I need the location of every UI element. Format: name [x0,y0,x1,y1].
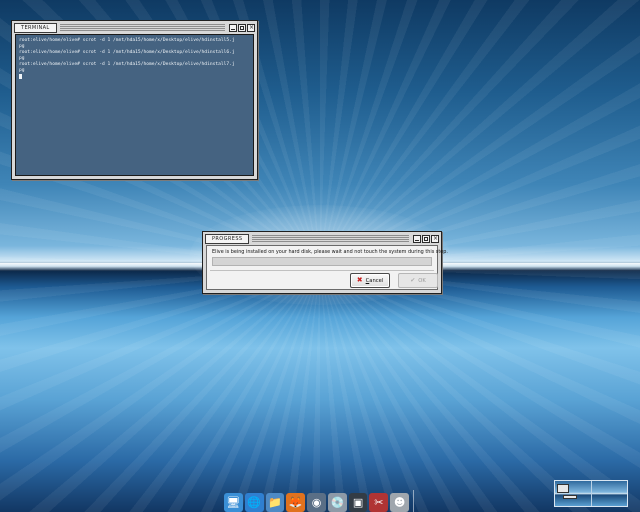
file-manager-icon[interactable]: 📁 [265,493,285,512]
terminal-window[interactable]: Terminal × root:elive/home/elive# scrot … [11,20,258,180]
cd-burner-icon[interactable]: 💿 [327,493,347,512]
pager-desk-2[interactable] [591,481,627,506]
terminal-line: root:elive/home/elive# scrot -d 1 /mnt/h… [19,50,235,55]
close-icon: × [433,235,439,242]
progress-titlebar-grip[interactable] [252,235,409,243]
terminal-cursor [19,74,22,79]
network-globe-icon[interactable]: 🌐 [244,493,264,512]
progress-message: Elive is being installed on your hard di… [212,249,448,255]
firefox-icon[interactable]: 🦊 [286,493,306,512]
ok-label: OK [418,277,426,284]
dock: 🖥 🌐 📁 🦊 ◉ 💿 ▣ ✂ ☻ [224,486,416,512]
cancel-label: Cancel [365,277,384,284]
terminal-titlebar-grip[interactable] [59,24,225,32]
terminal-close-button[interactable]: × [247,24,255,32]
user-avatar-icon[interactable]: ☻ [390,493,410,512]
progress-maximize-button[interactable] [422,235,430,243]
pager-mini-window [557,484,569,493]
maximize-icon [240,26,244,30]
pager-mini-window [563,495,577,499]
dock-separator [413,490,415,512]
terminal-minimize-button[interactable] [229,24,237,32]
maximize-icon [424,237,428,241]
progress-titlebar[interactable]: Progress × [205,234,439,244]
pager-desk-1[interactable] [555,481,592,506]
computer-icon[interactable]: 🖥 [224,493,243,512]
terminal-output[interactable]: root:elive/home/elive# scrot -d 1 /mnt/h… [15,34,254,176]
cancel-button[interactable]: ✖ Cancel [350,273,390,288]
media-player-icon[interactable]: ◉ [307,493,326,512]
minimize-icon [231,28,235,30]
desktop-pager[interactable] [554,480,628,507]
progress-close-button[interactable]: × [431,235,439,243]
terminal-titlebar[interactable]: Terminal × [14,23,255,33]
minimize-icon [415,239,419,241]
close-icon: × [249,24,255,31]
progress-bar [212,257,432,266]
progress-minimize-button[interactable] [413,235,421,243]
terminal-maximize-button[interactable] [238,24,246,32]
terminal-title: Terminal [14,23,57,33]
terminal-line: root:elive/home/elive# scrot -d 1 /mnt/h… [19,62,235,67]
ok-check-icon: ✔ [410,276,416,284]
progress-body: Elive is being installed on your hard di… [206,245,448,290]
terminal-line: root:elive/home/elive# scrot -d 1 /mnt/h… [19,38,235,43]
terminal-icon[interactable]: ▣ [348,493,368,512]
progress-dialog[interactable]: Progress × Elive is being installed on y… [202,231,448,294]
progress-divider [210,270,434,271]
tools-icon[interactable]: ✂ [369,493,389,512]
cancel-x-icon: ✖ [356,276,363,284]
ok-button[interactable]: ✔ OK [398,273,438,288]
progress-title: Progress [205,234,250,244]
